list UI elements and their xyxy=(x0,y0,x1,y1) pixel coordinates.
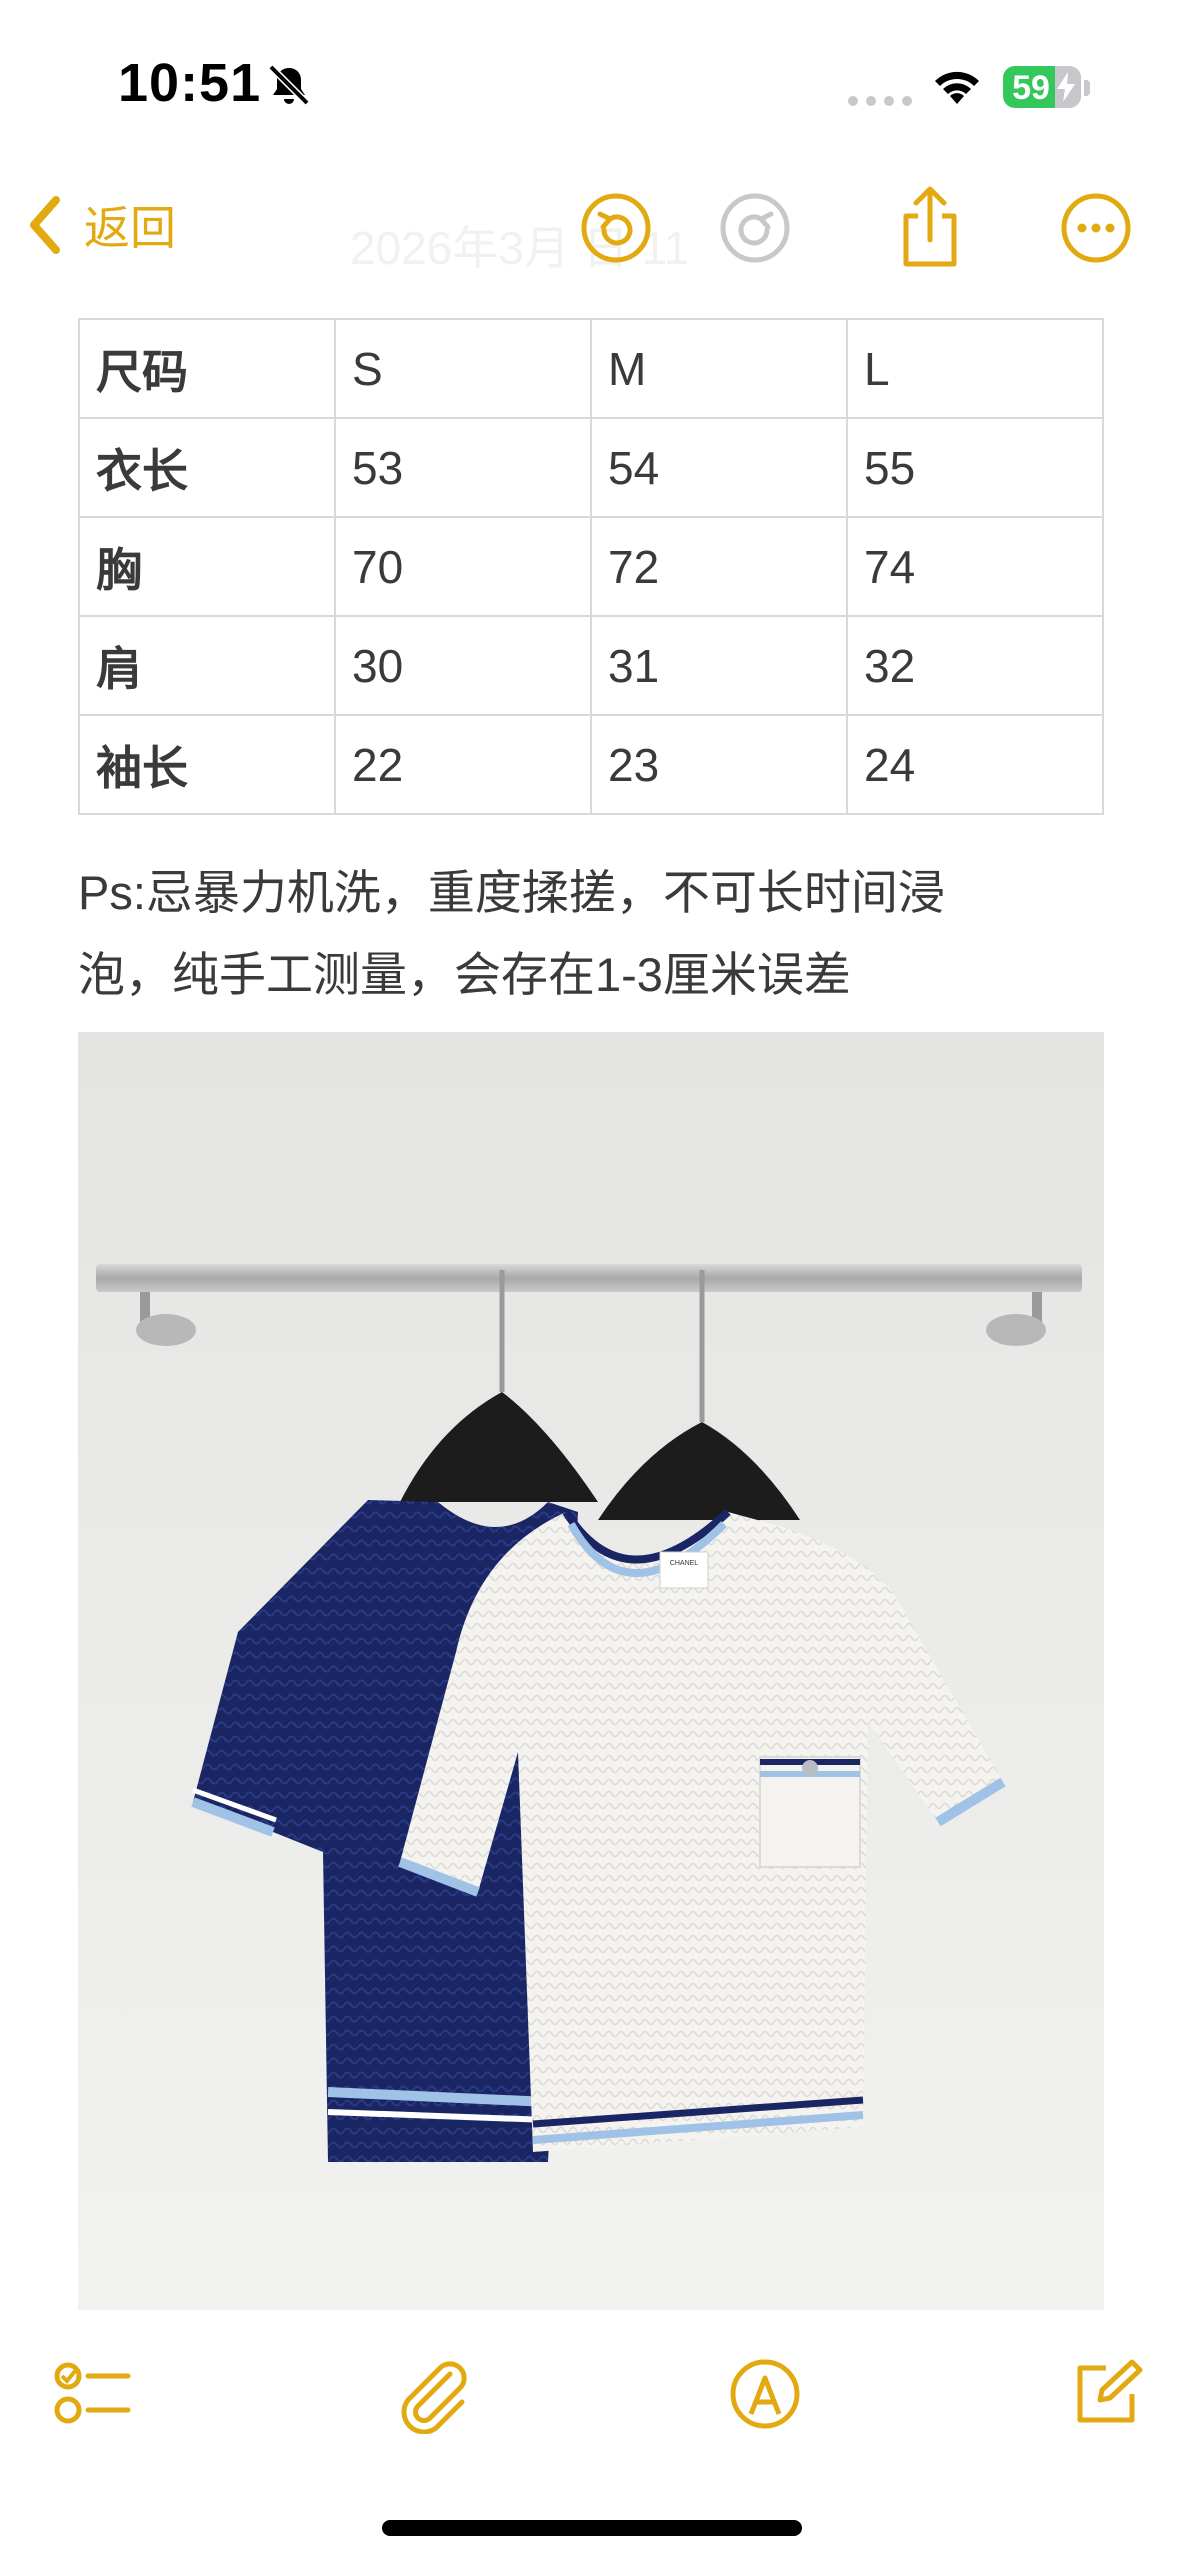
note-body-text[interactable]: Ps:忌暴力机洗，重度揉搓，不可长时间浸 泡，纯手工测量，会存在1-3厘米误差 xyxy=(78,852,1108,1016)
table-row: 胸 70 72 74 xyxy=(78,516,1104,617)
bottom-toolbar xyxy=(0,2340,1179,2460)
table-cell: 24 xyxy=(846,714,1104,815)
table-cell: 22 xyxy=(334,714,592,815)
garment-tag-brand: CHANEL xyxy=(670,1560,699,1567)
status-time: 10:51 xyxy=(118,53,262,113)
table-cell: 胸 xyxy=(78,516,336,617)
table-cell: L xyxy=(846,318,1104,419)
note-line: Ps:忌暴力机洗，重度揉搓，不可长时间浸 xyxy=(78,866,945,919)
battery-icon: 59 xyxy=(1003,66,1081,108)
table-cell: 72 xyxy=(590,516,848,617)
cellular-signal-icon xyxy=(848,96,912,106)
table-cell: 肩 xyxy=(78,615,336,716)
product-photo[interactable]: CHANEL xyxy=(78,1032,1104,2310)
table-cell: 55 xyxy=(846,417,1104,518)
paperclip-icon[interactable] xyxy=(392,2354,472,2434)
table-cell: 53 xyxy=(334,417,592,518)
table-cell: S xyxy=(334,318,592,419)
back-label: 返回 xyxy=(84,202,176,254)
note-line: 泡，纯手工测量，会存在1-3厘米误差 xyxy=(78,948,851,1001)
undo-icon[interactable] xyxy=(578,190,654,266)
table-cell: M xyxy=(590,318,848,419)
table-cell: 54 xyxy=(590,417,848,518)
navigation-bar: 返回 2026年3月 日 11 xyxy=(0,170,1179,290)
back-button[interactable]: 返回 xyxy=(24,192,176,258)
markup-icon[interactable] xyxy=(725,2354,805,2434)
table-row: 尺码 S M L xyxy=(78,318,1104,419)
table-cell: 70 xyxy=(334,516,592,617)
more-icon[interactable] xyxy=(1058,190,1134,266)
table-row: 袖长 22 23 24 xyxy=(78,714,1104,815)
battery-percentage: 59 xyxy=(1012,69,1050,107)
table-cell: 袖长 xyxy=(78,714,336,815)
checklist-icon[interactable] xyxy=(52,2354,132,2434)
table-row: 肩 30 31 32 xyxy=(78,615,1104,716)
table-cell: 23 xyxy=(590,714,848,815)
chevron-left-icon xyxy=(30,196,60,254)
battery-nub xyxy=(1084,80,1090,96)
charging-bolt-icon xyxy=(1057,72,1075,102)
table-cell: 30 xyxy=(334,615,592,716)
table-cell: 32 xyxy=(846,615,1104,716)
redo-icon[interactable] xyxy=(717,190,793,266)
home-indicator[interactable] xyxy=(382,2520,802,2536)
bell-slash-icon xyxy=(268,64,310,106)
table-cell: 衣长 xyxy=(78,417,336,518)
status-bar: 10:51 59 xyxy=(0,0,1179,160)
table-row: 衣长 53 54 55 xyxy=(78,417,1104,518)
product-photo-illustration: CHANEL xyxy=(78,1032,1104,2310)
table-cell: 尺码 xyxy=(78,318,336,419)
size-table: 尺码 S M L 衣长 53 54 55 胸 70 72 74 肩 30 31 … xyxy=(78,318,1104,815)
table-cell: 74 xyxy=(846,516,1104,617)
compose-icon[interactable] xyxy=(1066,2354,1146,2434)
table-cell: 31 xyxy=(590,615,848,716)
wifi-icon xyxy=(935,71,979,104)
share-icon[interactable] xyxy=(892,184,968,270)
